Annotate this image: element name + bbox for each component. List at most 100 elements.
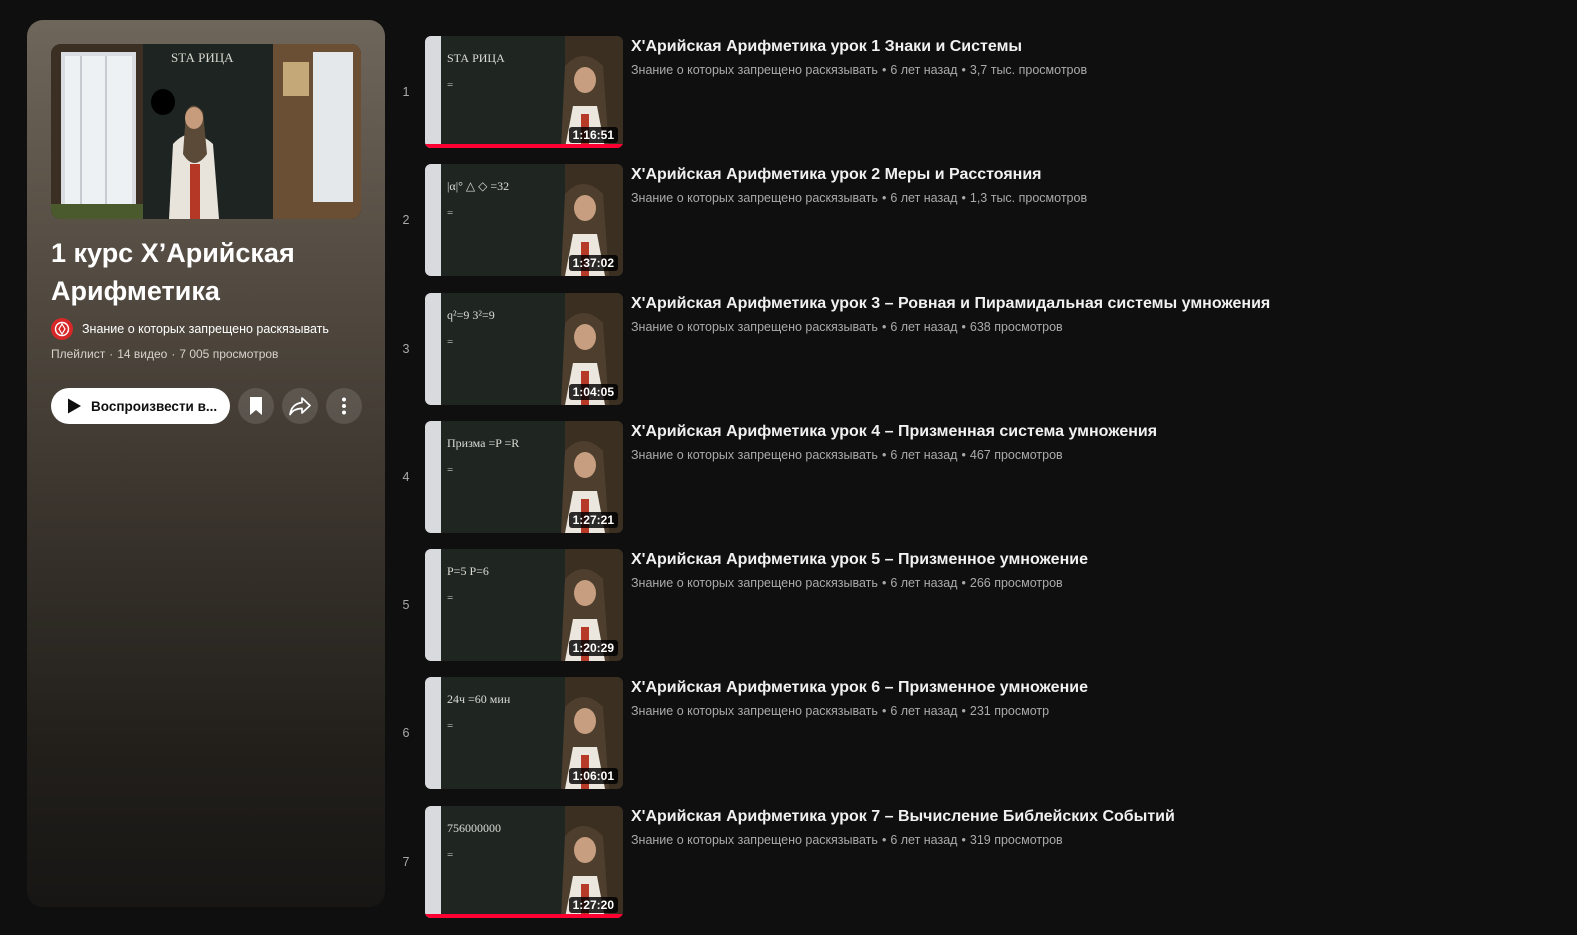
playlist-meta: Плейлист · 14 видео · 7 005 просмотров [51, 347, 279, 361]
video-age: 6 лет назад [890, 704, 958, 719]
playlist-channel-name[interactable]: Знание о которых запрещено раскязывать [82, 322, 329, 336]
svg-text:=: = [447, 79, 453, 91]
playlist-type-label: Плейлист [51, 347, 106, 361]
video-info: Х'Арийская Арифметика урок 6 – Призменно… [631, 677, 1555, 718]
video-channel-name[interactable]: Знание о которых запрещено раскязывать [631, 576, 878, 590]
video-meta: Знание о которых запрещено раскязывать • 6… [631, 191, 1088, 206]
save-playlist-button[interactable] [238, 388, 274, 424]
video-thumbnail[interactable]: ЅТА РИЦА = 1:16:51 [425, 36, 623, 148]
video-channel-name[interactable]: Знание о которых запрещено раскязывать [631, 833, 878, 847]
video-index: 3 [402, 341, 410, 356]
video-info: Х'Арийская Арифметика урок 3 – Ровная и … [631, 293, 1555, 334]
playlist-header-panel: ЅТА РИЦА 1 курс Х’Арийская Арифметика Зн… [27, 20, 385, 907]
video-channel-name[interactable]: Знание о которых запрещено раскязывать [631, 448, 878, 462]
video-views: 319 просмотров [969, 832, 1063, 847]
playlist-video-item[interactable]: 7 756000000 = 1:27:20 Х'Арийская Арифмет… [395, 805, 1555, 918]
svg-text:P=5 P=6: P=5 P=6 [447, 564, 489, 578]
playlist-video-item[interactable]: 4 Призма =P =R = 1:27:21 Х'Арийская Ариф… [395, 420, 1555, 533]
playlist-video-item[interactable]: 6 24ч =60 мин = 1:06:01 Х'Арийская Арифм… [395, 677, 1555, 790]
svg-text:Призма =P =R: Призма =P =R [447, 436, 519, 450]
video-thumbnail[interactable]: |α|° △ ◇ =32 = 1:37:02 [425, 164, 623, 277]
video-index: 6 [402, 726, 410, 741]
watch-progress-bar [425, 144, 623, 148]
video-info: Х'Арийская Арифметика урок 1 Знаки и Сис… [631, 36, 1555, 77]
video-thumbnail[interactable]: Призма =P =R = 1:27:21 [425, 420, 623, 533]
video-age: 6 лет назад [890, 319, 958, 334]
video-meta: Знание о которых запрещено раскязывать • 6… [631, 319, 1063, 334]
video-views: 266 просмотров [969, 576, 1063, 591]
playlist-video-item[interactable]: 3 q²=9 3²=9 = 1:04:05 Х'Арийская Арифмет… [395, 292, 1555, 405]
svg-text:=: = [447, 849, 453, 861]
playlist-thumbnail[interactable]: ЅТА РИЦА [51, 44, 361, 219]
playlist-thumb-board-text: ЅТА РИЦА [171, 50, 234, 65]
video-views: 3,7 тыс. просмотров [969, 63, 1088, 77]
playlist-video-item[interactable]: 2 |α|° △ ◇ =32 = 1:37:02 Х'Арийская Ариф… [395, 164, 1555, 277]
playlist-video-list: 1 ЅТА РИЦА = 1:16:51 Х'Арийская Арифмети… [395, 36, 1555, 934]
video-thumbnail[interactable]: q²=9 3²=9 = 1:04:05 [425, 292, 623, 405]
share-playlist-button[interactable] [282, 388, 318, 424]
video-duration: 1:16:51 [568, 127, 618, 143]
video-age: 6 лет назад [890, 191, 958, 206]
playlist-views: 7 005 просмотров [179, 347, 279, 361]
playlist-title: 1 курс Х’Арийская Арифметика [51, 238, 295, 306]
video-info: Х'Арийская Арифметика урок 2 Меры и Расс… [631, 164, 1555, 205]
video-title[interactable]: Х'Арийская Арифметика урок 5 – Призменно… [631, 549, 1555, 571]
video-meta: Знание о которых запрещено раскязывать • 6… [631, 704, 1050, 719]
video-title[interactable]: Х'Арийская Арифметика урок 4 – Призменна… [631, 421, 1555, 443]
playlist-video-item[interactable]: 1 ЅТА РИЦА = 1:16:51 Х'Арийская Арифмети… [395, 36, 1555, 148]
svg-text:=: = [447, 336, 453, 348]
video-meta: Знание о которых запрещено раскязывать • 6… [631, 447, 1063, 462]
svg-text:|α|° △ ◇ =32: |α|° △ ◇ =32 [447, 179, 509, 193]
share-icon [289, 397, 311, 416]
video-title[interactable]: Х'Арийская Арифметика урок 6 – Призменно… [631, 677, 1555, 699]
playlist-actions: Воспроизвести в... [51, 388, 362, 424]
video-age: 6 лет назад [890, 447, 958, 462]
play-all-label: Воспроизвести в... [91, 398, 218, 414]
video-channel-name[interactable]: Знание о которых запрещено раскязывать [631, 191, 878, 205]
play-all-button[interactable]: Воспроизвести в... [51, 388, 230, 424]
video-channel-name[interactable]: Знание о которых запрещено раскязывать [631, 704, 878, 718]
bookmark-icon [250, 397, 262, 415]
more-vert-icon [342, 397, 346, 415]
video-info: Х'Арийская Арифметика урок 5 – Призменно… [631, 549, 1555, 590]
video-duration: 1:27:20 [568, 896, 618, 913]
video-index: 4 [402, 469, 410, 484]
playlist-video-item[interactable]: 5 P=5 P=6 = 1:20:29 Х'Арийская Арифметик… [395, 549, 1555, 662]
video-age: 6 лет назад [890, 576, 958, 591]
video-views: 467 просмотров [969, 447, 1063, 462]
video-meta: Знание о которых запрещено раскязывать • 6… [631, 63, 1088, 77]
playlist-thumbnail-image: ЅТА РИЦА [51, 44, 361, 219]
video-index: 5 [402, 598, 410, 613]
playlist-video-count: 14 видео [117, 347, 168, 361]
video-index: 2 [402, 213, 410, 228]
video-thumbnail[interactable]: 24ч =60 мин = 1:06:01 [425, 677, 623, 790]
video-views: 231 просмотр [969, 704, 1050, 719]
video-duration: 1:27:21 [568, 511, 618, 528]
video-thumbnail[interactable]: P=5 P=6 = 1:20:29 [425, 549, 623, 662]
video-age: 6 лет назад [890, 832, 958, 847]
svg-text:=: = [447, 592, 453, 604]
play-icon [68, 398, 81, 414]
playlist-channel[interactable]: Знание о которых запрещено раскязывать [51, 318, 329, 340]
video-views: 1,3 тыс. просмотров [969, 191, 1088, 206]
watch-progress-bar [425, 913, 623, 918]
video-title[interactable]: Х'Арийская Арифметика урок 7 – Вычислени… [631, 806, 1555, 828]
video-views: 638 просмотров [969, 319, 1063, 334]
video-title[interactable]: Х'Арийская Арифметика урок 2 Меры и Расс… [631, 164, 1555, 186]
video-age: 6 лет назад [890, 63, 958, 77]
more-actions-button[interactable] [326, 388, 362, 424]
channel-logo-icon[interactable] [51, 318, 73, 340]
video-meta: Знание о которых запрещено раскязывать • 6… [631, 576, 1063, 591]
video-index: 7 [402, 854, 410, 869]
video-index: 1 [402, 85, 410, 99]
video-thumbnail[interactable]: 756000000 = 1:27:20 [425, 805, 623, 918]
video-title[interactable]: Х'Арийская Арифметика урок 3 – Ровная и … [631, 293, 1555, 315]
svg-text:24ч =60 мин: 24ч =60 мин [447, 692, 511, 706]
video-channel-name[interactable]: Знание о которых запрещено раскязывать [631, 63, 878, 77]
video-title[interactable]: Х'Арийская Арифметика урок 1 Знаки и Сис… [631, 36, 1555, 58]
svg-text:q²=9 3²=9: q²=9 3²=9 [447, 308, 495, 322]
video-channel-name[interactable]: Знание о которых запрещено раскязывать [631, 320, 878, 334]
svg-text:=: = [447, 464, 453, 476]
video-duration: 1:20:29 [568, 640, 618, 657]
video-duration: 1:37:02 [568, 255, 618, 272]
